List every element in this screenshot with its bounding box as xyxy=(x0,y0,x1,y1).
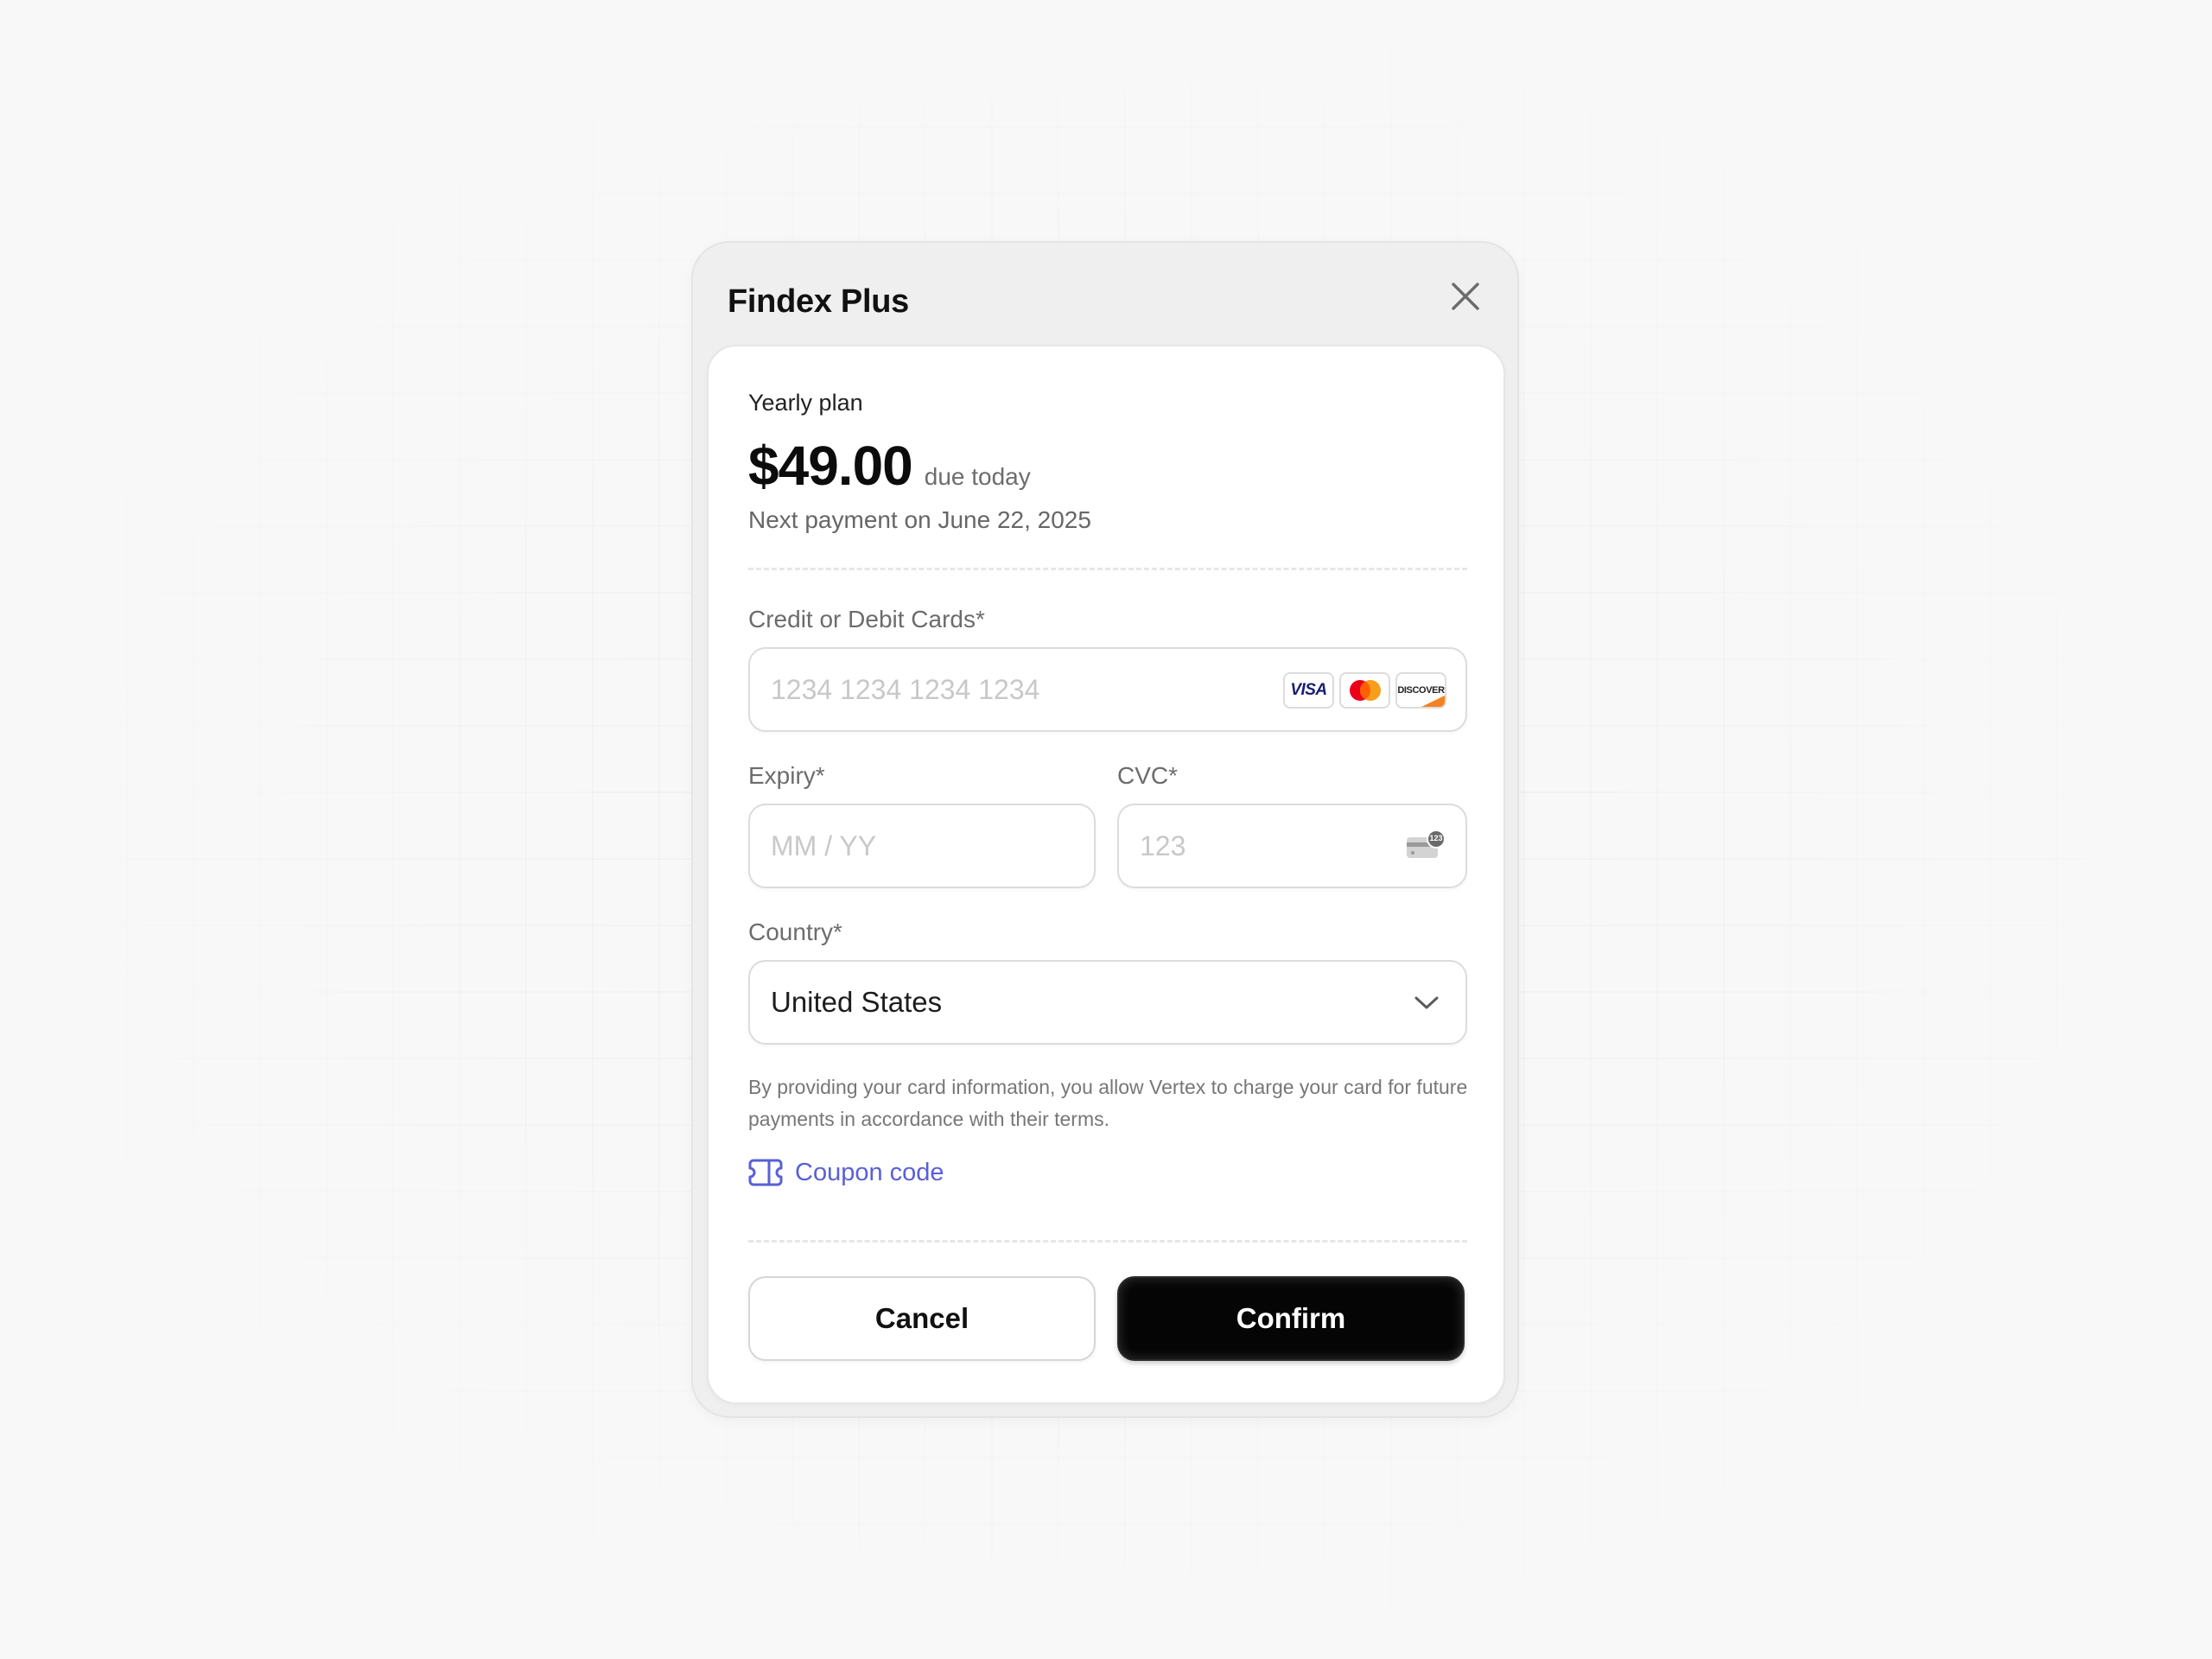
expiry-label: Expiry* xyxy=(748,762,825,789)
visa-logo-icon: VISA xyxy=(1283,672,1334,709)
close-button[interactable] xyxy=(1446,277,1484,315)
plan-label: Yearly plan xyxy=(748,390,863,416)
card-number-placeholder: 1234 1234 1234 1234 xyxy=(771,673,1040,705)
payment-card: Yearly plan $49.00 due today Next paymen… xyxy=(707,345,1505,1404)
discover-logo-icon: DISCOVER xyxy=(1395,672,1446,709)
mastercard-circles xyxy=(1349,680,1381,701)
modal-title: Findex Plus xyxy=(728,283,909,320)
card-number-label: Credit or Debit Cards* xyxy=(748,606,985,632)
mastercard-logo-icon xyxy=(1339,672,1390,709)
card-brand-logos: VISA DISCOVER xyxy=(1283,672,1446,709)
discover-stripe xyxy=(1421,695,1445,707)
cvc-card-icon: 123 xyxy=(1405,830,1446,861)
coupon-code-label: Coupon code xyxy=(795,1159,944,1186)
divider-bottom xyxy=(748,1240,1467,1243)
cvc-icon-badge: 123 xyxy=(1429,834,1443,842)
confirm-button[interactable]: Confirm xyxy=(1117,1276,1465,1361)
chevron-down-icon xyxy=(1414,996,1439,1009)
price-row: $49.00 due today xyxy=(748,435,1031,497)
cvc-input[interactable]: 123 123 xyxy=(1117,804,1467,888)
cvc-label: CVC* xyxy=(1117,762,1179,789)
ticket-icon xyxy=(748,1159,783,1186)
coupon-code-link[interactable]: Coupon code xyxy=(748,1157,944,1188)
close-icon xyxy=(1452,283,1479,310)
due-text: due today xyxy=(924,463,1031,490)
payment-modal: Findex Plus Yearly plan $49.00 due today… xyxy=(691,241,1519,1418)
next-payment-text: Next payment on June 22, 2025 xyxy=(748,506,1091,533)
country-select[interactable]: United States xyxy=(748,960,1467,1045)
cvc-placeholder: 123 xyxy=(1140,830,1186,861)
expiry-placeholder: MM / YY xyxy=(771,830,877,861)
expiry-input[interactable]: MM / YY xyxy=(748,804,1096,888)
divider-top xyxy=(748,568,1467,570)
price-amount: $49.00 xyxy=(748,435,913,497)
card-number-input[interactable]: 1234 1234 1234 1234 VISA DISCOVER xyxy=(748,647,1467,732)
visa-logo-text: VISA xyxy=(1290,681,1327,699)
country-value: United States xyxy=(771,986,943,1018)
cancel-button[interactable]: Cancel xyxy=(748,1276,1096,1361)
country-label: Country* xyxy=(748,918,842,945)
disclaimer-text: By providing your card information, you … xyxy=(748,1076,1468,1130)
